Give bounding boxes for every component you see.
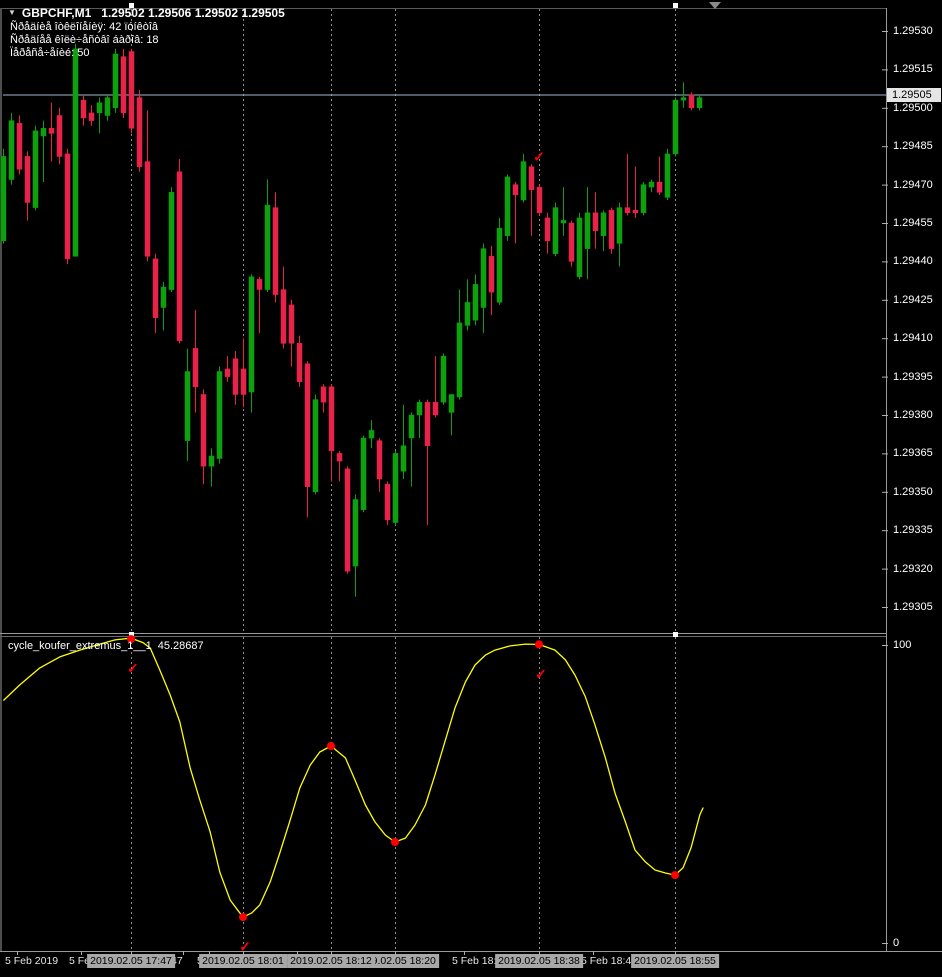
chart-canvas[interactable]: ✓ ✓ ✓ ✓ [0, 0, 942, 977]
price-tick-label: 1.29500 [893, 102, 933, 114]
candlestick-series [1, 44, 702, 597]
price-tick-label: 1.29350 [893, 486, 933, 498]
price-tick-label: 1.29320 [893, 563, 933, 575]
time-axis-label: 5 Feb 2019 [5, 955, 58, 968]
chart-ohlc-header: ▼ GBPCHF,M1 1.29502 1.29506 1.29502 1.2950… [8, 6, 285, 20]
current-price-tag: 1.29505 [887, 88, 941, 102]
indicator-tick-label: 0 [893, 937, 899, 949]
svg-text:✓: ✓ [127, 660, 139, 676]
svg-text:✓: ✓ [533, 148, 545, 164]
price-tick-label: 1.29440 [893, 255, 933, 267]
time-anchor-box: 2019.02.05 18:12 [287, 954, 375, 968]
indicator-tick-label: 100 [893, 639, 911, 651]
svg-text:✓: ✓ [535, 666, 547, 682]
time-anchor-box: 2019.02.05 18:38 [495, 954, 583, 968]
symbol-timeframe-label: GBPCHF,M1 [22, 6, 91, 20]
price-tick-label: 1.29395 [893, 371, 933, 383]
price-tick-label: 1.29485 [893, 140, 933, 152]
svg-text:✓: ✓ [239, 939, 251, 955]
indicator-name-label: cycle_koufer_extremus_1__1 45.28687 [8, 640, 204, 652]
comment-line-1: Ñðåäíèå îòêëîíåíèÿ: 42 ïóíêòîâ [10, 21, 159, 34]
price-tick-label: 1.29335 [893, 524, 933, 536]
price-tick-label: 1.29515 [893, 63, 933, 75]
comment-line-3: Ïåðåñå÷åíèé: 50 [10, 47, 159, 60]
indicator-value: 45.28687 [158, 640, 204, 652]
time-anchor-box: 2019.02.05 17:47 [87, 954, 175, 968]
price-tick-label: 1.29425 [893, 294, 933, 306]
price-tick-label: 1.29305 [893, 601, 933, 613]
price-tick-label: 1.29410 [893, 332, 933, 344]
price-tick-label: 1.29365 [893, 447, 933, 459]
cycle-indicator-line [4, 638, 703, 917]
indicator-comment-block: Ñðåäíèå îòêëîíåíèÿ: 42 ïóíêòîâ Ñðåäíåå ê… [10, 21, 159, 60]
chart-menu-icon[interactable]: ▼ [8, 8, 16, 17]
indicator-name: cycle_koufer_extremus_1__1 [8, 640, 152, 652]
price-tick-label: 1.29530 [893, 25, 933, 37]
price-tick-label: 1.29380 [893, 409, 933, 421]
time-anchor-box: 2019.02.05 18:55 [631, 954, 719, 968]
mt4-chart-window: ✓ ✓ ✓ ✓ ▼ GBPCHF,M1 1.29502 1.29506 1.29502 1… [0, 0, 942, 977]
time-anchor-box: 2019.02.05 18:01 [199, 954, 287, 968]
time-axis-label: 5 Feb 18:43 [581, 955, 637, 968]
ohlc-values: 1.29502 1.29506 1.29502 1.29505 [101, 6, 285, 20]
extremum-dots [127, 635, 679, 921]
price-tick-label: 1.29470 [893, 179, 933, 191]
price-tick-label: 1.29455 [893, 217, 933, 229]
chart-shift-triangle-icon[interactable] [709, 2, 721, 9]
comment-line-2: Ñðåäíåå êîëè÷åñòâî áàðîâ: 18 [10, 34, 159, 47]
